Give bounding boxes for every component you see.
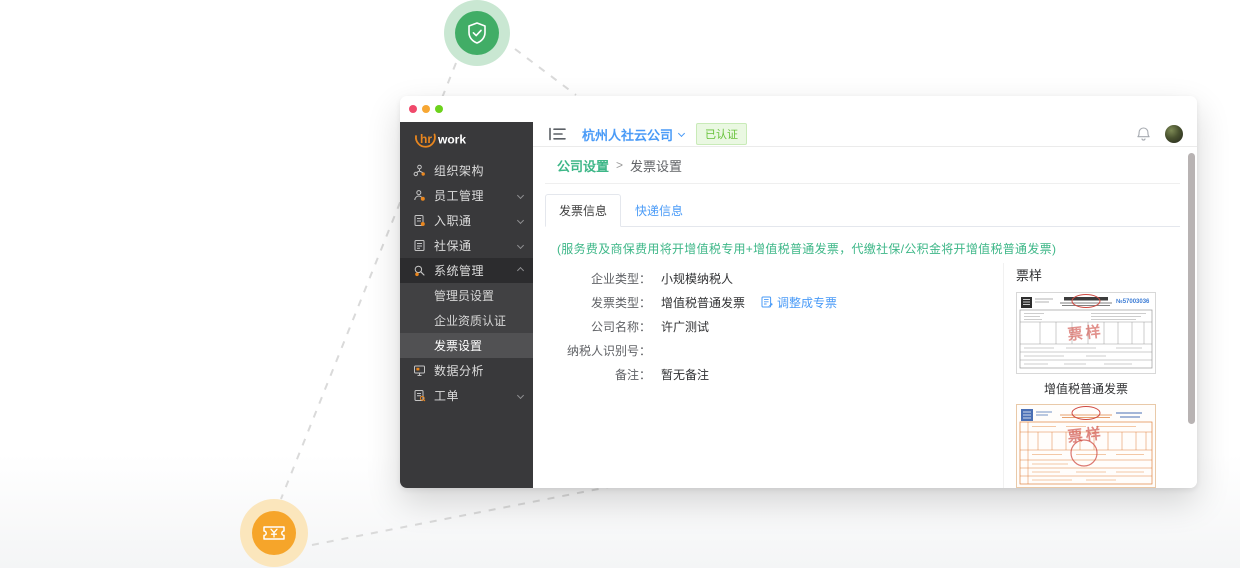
sidebar-subitem-label: 企业资质认证	[434, 312, 506, 329]
traffic-light-close[interactable]	[409, 105, 417, 113]
sidebar-item-label: 工单	[434, 387, 459, 404]
chevron-down-icon	[517, 392, 524, 399]
tab-express-info[interactable]: 快递信息	[621, 194, 697, 227]
form-row-taxpayer-id: 纳税人识别号：	[545, 338, 1003, 362]
shield-check-icon	[466, 21, 488, 45]
tab-bar: 发票信息 快递信息	[545, 194, 1180, 227]
decor-shield-badge	[444, 0, 510, 66]
invoice-watermark: 票样	[1067, 322, 1105, 344]
bell-icon[interactable]	[1136, 126, 1151, 142]
sidebar-item-org-structure[interactable]: 组织架构	[400, 158, 533, 183]
invoice-info-body: 企业类型： 小规模纳税人 发票类型： 增值税普通发票	[545, 263, 1180, 488]
invoice-number: №57003036	[1116, 298, 1150, 305]
sidebar-item-label: 入职通	[434, 212, 472, 229]
company-selector[interactable]: 杭州人社云公司	[582, 125, 684, 144]
breadcrumb-separator: >	[616, 158, 623, 172]
data-analysis-icon	[413, 364, 426, 377]
invoice-sample-image-2: 票样	[1016, 404, 1156, 488]
app-logo: hr work	[400, 122, 533, 158]
sidebar-item-system-mgmt[interactable]: 系统管理	[400, 258, 533, 283]
chevron-down-icon	[517, 217, 524, 224]
content-topbar: 杭州人社云公司 已认证	[533, 122, 1197, 147]
decor-shield-badge-inner	[455, 11, 499, 55]
document-edit-icon	[761, 296, 773, 308]
breadcrumb: 公司设置 > 发票设置	[545, 147, 1180, 184]
field-value: 小规模纳税人	[661, 270, 733, 287]
window-titlebar	[400, 96, 1197, 122]
invoice-form: 企业类型： 小规模纳税人 发票类型： 增值税普通发票	[545, 263, 1003, 386]
app-window: hr work 组织架构	[400, 96, 1197, 488]
form-row-invoice-type: 发票类型： 增值税普通发票 调整成专票	[545, 290, 1003, 314]
page: hr work 组织架构	[0, 0, 1240, 568]
sample-title: 票样	[1016, 265, 1180, 284]
logo-work: work	[437, 133, 466, 147]
employee-icon	[413, 189, 426, 202]
form-row-remark: 备注： 暂无备注	[545, 362, 1003, 386]
invoice-sample-panel: 票样 №57003036	[1003, 263, 1180, 488]
sidebar-subitem-admin-settings[interactable]: 管理员设置	[400, 283, 533, 308]
invoice-notice: (服务费及商保费用将开增值税专用+增值税普通发票，代缴社保/公积金将开增值税普通…	[557, 240, 1180, 257]
invoice-sample-image-1: №57003036 票样	[1016, 292, 1156, 374]
invoice-watermark: 票样	[1067, 424, 1105, 446]
adjust-to-special-invoice-link[interactable]: 调整成专票	[761, 294, 837, 311]
sidebar-submenu-system: 管理员设置 企业资质认证 发票设置	[400, 283, 533, 358]
certified-badge: 已认证	[696, 123, 747, 145]
traffic-light-maximize[interactable]	[435, 105, 443, 113]
yuan-ticket-icon	[261, 522, 287, 544]
breadcrumb-company-settings[interactable]: 公司设置	[557, 156, 609, 175]
decor-ticket-badge-inner	[252, 511, 296, 555]
chevron-down-icon	[678, 129, 685, 136]
field-label: 公司名称：	[545, 318, 651, 335]
sidebar: hr work 组织架构	[400, 122, 533, 488]
sidebar-item-label: 数据分析	[434, 362, 484, 379]
chevron-down-icon	[517, 192, 524, 199]
logo-hr: hr	[420, 132, 432, 146]
content-scroll-area: 公司设置 > 发票设置 发票信息 快递信息 (服务费及商保费用将开增值税专用+增…	[533, 147, 1197, 488]
company-name: 杭州人社云公司	[582, 125, 673, 144]
social-insurance-icon	[413, 239, 426, 252]
work-order-icon	[413, 389, 426, 402]
menu-fold-icon[interactable]	[549, 127, 566, 141]
form-row-enterprise-type: 企业类型： 小规模纳税人	[545, 266, 1003, 290]
user-avatar[interactable]	[1165, 125, 1183, 143]
org-chart-icon	[413, 164, 426, 177]
field-label: 发票类型：	[545, 294, 651, 311]
sidebar-item-data-analysis[interactable]: 数据分析	[400, 358, 533, 383]
system-icon	[413, 264, 426, 277]
adjust-link-label: 调整成专票	[777, 294, 837, 311]
sidebar-item-work-order[interactable]: 工单	[400, 383, 533, 408]
sidebar-item-employee-mgmt[interactable]: 员工管理	[400, 183, 533, 208]
sidebar-item-label: 社保通	[434, 237, 472, 254]
main-content: 杭州人社云公司 已认证 公司设置 >	[533, 122, 1197, 488]
sidebar-subitem-enterprise-qualification[interactable]: 企业资质认证	[400, 308, 533, 333]
traffic-light-minimize[interactable]	[422, 105, 430, 113]
field-value: 许广测试	[661, 318, 709, 335]
chevron-up-icon	[517, 267, 524, 274]
sidebar-item-label: 组织架构	[434, 162, 484, 179]
onboarding-icon	[413, 214, 426, 227]
field-value: 暂无备注	[661, 366, 709, 383]
tab-invoice-info[interactable]: 发票信息	[545, 194, 621, 227]
form-row-company-name: 公司名称： 许广测试	[545, 314, 1003, 338]
breadcrumb-invoice-settings: 发票设置	[630, 156, 682, 175]
vertical-scrollbar[interactable]	[1188, 153, 1195, 424]
sidebar-item-label: 系统管理	[434, 262, 484, 279]
chevron-down-icon	[517, 242, 524, 249]
decor-ticket-badge	[240, 499, 308, 567]
field-value: 增值税普通发票	[661, 294, 745, 311]
field-label: 企业类型：	[545, 270, 651, 287]
sidebar-item-social-insurance[interactable]: 社保通	[400, 233, 533, 258]
sample-caption: 增值税普通发票	[1016, 380, 1156, 397]
field-label: 纳税人识别号：	[545, 342, 651, 359]
sidebar-item-label: 员工管理	[434, 187, 484, 204]
field-label: 备注：	[545, 366, 651, 383]
sidebar-subitem-invoice-settings[interactable]: 发票设置	[400, 333, 533, 358]
sidebar-subitem-label: 管理员设置	[434, 287, 494, 304]
sidebar-item-onboarding[interactable]: 入职通	[400, 208, 533, 233]
sidebar-subitem-label: 发票设置	[434, 337, 482, 354]
